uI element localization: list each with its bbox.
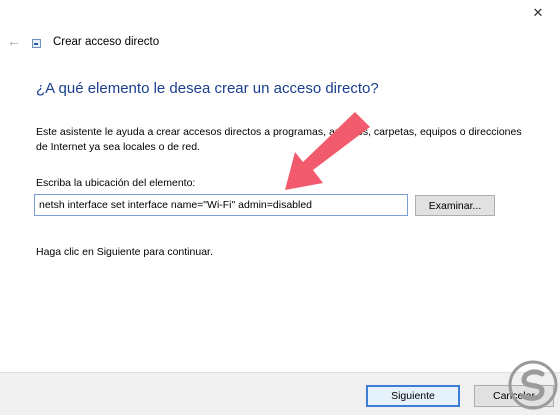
create-shortcut-window: ✕ ← Crear acceso directo ¿A qué elemento…: [0, 0, 560, 415]
shortcut-wizard-icon: [32, 39, 41, 48]
browse-button[interactable]: Examinar...: [415, 195, 495, 216]
close-button[interactable]: ✕: [516, 0, 560, 26]
wizard-description: Este asistente le ayuda a crear accesos …: [36, 126, 522, 153]
page-heading: ¿A qué elemento le desea crear un acceso…: [36, 80, 379, 97]
window-title: Crear acceso directo: [53, 36, 160, 48]
back-button[interactable]: ←: [4, 32, 24, 50]
location-label: Escriba la ubicación del elemento:: [36, 177, 196, 189]
back-arrow-icon: ←: [7, 33, 21, 49]
close-icon: ✕: [532, 5, 544, 20]
continue-hint: Haga clic en Siguiente para continuar.: [36, 246, 213, 258]
next-button[interactable]: Siguiente: [366, 385, 460, 407]
watermark-logo: [508, 360, 558, 410]
location-input[interactable]: [34, 194, 408, 216]
